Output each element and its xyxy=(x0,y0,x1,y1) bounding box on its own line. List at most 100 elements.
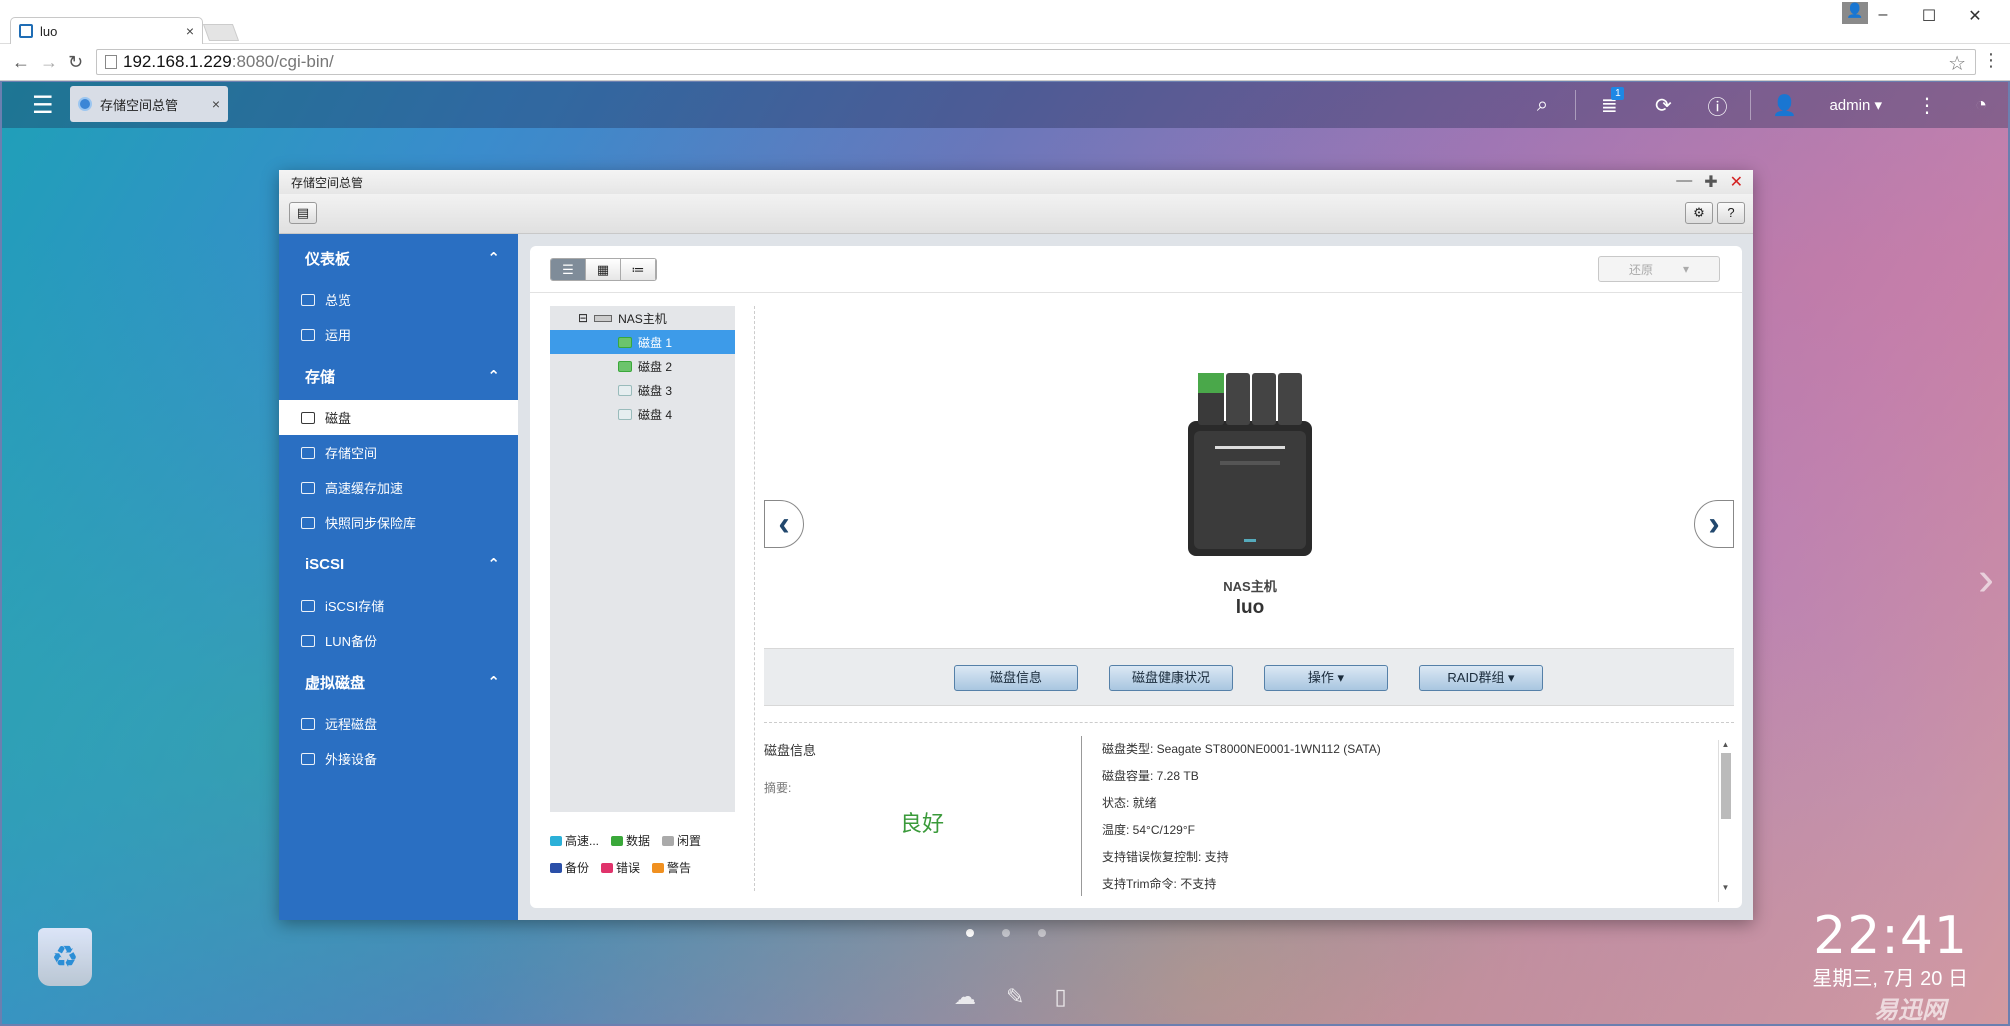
scroll-up-icon[interactable]: ▲ xyxy=(1719,740,1732,749)
desktop-page-dots xyxy=(966,929,1046,937)
cloud-icon[interactable]: ☁ xyxy=(954,984,976,1010)
toggle-sidebar-button[interactable]: ▤ xyxy=(289,202,317,224)
browser-tab[interactable]: luo × xyxy=(10,17,203,44)
edit-icon[interactable]: ✎ xyxy=(1006,984,1024,1010)
info-icon[interactable]: ⓘ xyxy=(1690,91,1744,120)
more-icon[interactable]: ⋮ xyxy=(1900,93,1954,118)
sidebar-item-label: 存储空间 xyxy=(325,446,378,461)
restore-dropdown[interactable]: 还原 ▾ xyxy=(1598,256,1720,282)
raid-group-dropdown[interactable]: RAID群组 ▾ xyxy=(1419,665,1543,691)
prev-device-arrow-icon[interactable]: ‹ xyxy=(764,500,804,548)
settings-gear-button[interactable]: ⚙ xyxy=(1685,202,1713,224)
sidebar-item-iscsi-storage[interactable]: iSCSI存储 xyxy=(279,588,518,623)
sidebar-section-virtual-disk[interactable]: 虚拟磁盘 ⌃ xyxy=(279,658,518,706)
page-dot[interactable] xyxy=(966,929,974,937)
tree-node-disk-1[interactable]: 磁盘 1 xyxy=(550,330,735,354)
forward-icon[interactable]: → xyxy=(40,52,58,73)
chart-icon xyxy=(301,328,315,341)
window-close-icon[interactable]: ✕ xyxy=(1730,172,1743,192)
taskbar-close-icon[interactable]: × xyxy=(212,96,220,112)
legend-label: 备份 xyxy=(565,861,590,875)
tree-node-disk-2[interactable]: 磁盘 2 xyxy=(550,354,735,378)
scroll-thumb[interactable] xyxy=(1720,753,1731,819)
sync-icon[interactable]: ⟳ xyxy=(1636,93,1690,118)
grid-view-button[interactable]: ▦ xyxy=(586,259,621,280)
storage-manager-window: 存储空间总管 — ✚ ✕ ▤ ⚙ ? 仪表板 ⌃ 总览 运用 存储 ⌃ 磁盘 存储空… xyxy=(279,170,1753,920)
page-dot[interactable] xyxy=(1038,929,1046,937)
taskbar-app-storage[interactable]: 存储空间总管 × xyxy=(70,86,228,122)
close-icon[interactable]: ✕ xyxy=(1952,6,1998,26)
account-icon[interactable]: 👤 xyxy=(1757,93,1811,118)
browser-menu-icon[interactable]: ⋮ xyxy=(1982,50,2000,71)
sidebar-item-usage[interactable]: 运用 xyxy=(279,317,518,352)
sidebar-section-storage[interactable]: 存储 ⌃ xyxy=(279,352,518,400)
window-titlebar[interactable]: 存储空间总管 — ✚ ✕ xyxy=(279,170,1753,194)
main-menu-icon[interactable]: ☰ xyxy=(32,91,54,120)
tab-title: luo xyxy=(40,23,58,39)
page-dot[interactable] xyxy=(1002,929,1010,937)
window-maximize-icon[interactable]: ✚ xyxy=(1704,172,1717,192)
tab-close-icon[interactable]: × xyxy=(186,23,194,39)
disk-info-button[interactable]: 磁盘信息 xyxy=(954,665,1078,691)
disk-summary: 磁盘信息 摘要: 良好 xyxy=(764,740,1079,838)
next-device-arrow-icon[interactable]: › xyxy=(1694,500,1734,548)
idle-swatch xyxy=(662,835,675,846)
bookmark-star-icon[interactable]: ☆ xyxy=(1948,51,1966,76)
minimize-icon[interactable]: – xyxy=(1860,6,1906,26)
snapshot-icon xyxy=(301,516,315,529)
list-view-button[interactable]: ☰ xyxy=(551,259,586,280)
legend-label: 错误 xyxy=(616,861,641,875)
divider xyxy=(1575,90,1577,120)
sidebar-item-label: 快照同步保险库 xyxy=(325,516,417,531)
operations-dropdown[interactable]: 操作 ▾ xyxy=(1264,665,1388,691)
help-button[interactable]: ? xyxy=(1717,202,1745,224)
sidebar-section-iscsi[interactable]: iSCSI ⌃ xyxy=(279,540,518,588)
sidebar-item-external-device[interactable]: 外接设备 xyxy=(279,741,518,776)
back-icon[interactable]: ← xyxy=(12,52,30,73)
disk-icon xyxy=(301,411,315,424)
background-tasks-icon[interactable]: ≣ 1 xyxy=(1582,86,1636,118)
recycle-bin-icon[interactable]: ♻ xyxy=(38,928,92,986)
sidebar-item-remote-disk[interactable]: 远程磁盘 xyxy=(279,706,518,741)
detail-view-button[interactable]: ≔ xyxy=(621,259,656,280)
sidebar-item-lun-backup[interactable]: LUN备份 xyxy=(279,623,518,658)
sidebar-section-dashboard[interactable]: 仪表板 ⌃ xyxy=(279,234,518,282)
search-icon[interactable]: ⌕ xyxy=(1515,94,1569,117)
sidebar-item-storage-space[interactable]: 存储空间 xyxy=(279,435,518,470)
scroll-down-icon[interactable]: ▼ xyxy=(1719,883,1732,892)
tree-node-disk-4[interactable]: 磁盘 4 xyxy=(550,402,735,426)
book-icon[interactable]: ▯ xyxy=(1054,984,1066,1010)
new-tab-button[interactable] xyxy=(202,24,240,41)
maximize-icon[interactable]: ☐ xyxy=(1906,6,1952,26)
legend-label: 闲置 xyxy=(677,834,702,848)
cache-swatch xyxy=(550,835,562,846)
dashboard-icon[interactable]: ◔ xyxy=(1954,94,2008,117)
sidebar-item-snapshot-vault[interactable]: 快照同步保险库 xyxy=(279,505,518,540)
nas-icon xyxy=(594,314,613,322)
tree-toggle-icon[interactable]: ⊟ xyxy=(578,311,588,325)
tree-node-nas[interactable]: ⊟ NAS主机 xyxy=(550,306,735,330)
details-scrollbar[interactable]: ▲ ▼ xyxy=(1718,740,1732,902)
tree-node-disk-3[interactable]: 磁盘 3 xyxy=(550,378,735,402)
reload-icon[interactable]: ↻ xyxy=(68,52,83,73)
disk-capacity: 磁盘容量: 7.28 TB xyxy=(1102,769,1199,783)
sidebar: 仪表板 ⌃ 总览 运用 存储 ⌃ 磁盘 存储空间 高速缓存加速 快照同步保险库 iS… xyxy=(279,234,518,920)
url-input[interactable]: 192.168.1.229 :8080/cgi-bin/ xyxy=(96,49,1976,75)
tree-node-label: 磁盘 2 xyxy=(638,359,673,374)
user-menu[interactable]: admin ▾ xyxy=(1829,96,1882,114)
collapse-chevron-icon[interactable]: ⌃ xyxy=(487,249,500,267)
remote-disk-icon xyxy=(301,717,315,730)
next-desktop-arrow-icon[interactable]: › xyxy=(1978,552,1994,607)
sidebar-item-overview[interactable]: 总览 xyxy=(279,282,518,317)
collapse-chevron-icon[interactable]: ⌃ xyxy=(487,673,500,691)
collapse-chevron-icon[interactable]: ⌃ xyxy=(487,367,500,385)
disk-details: 磁盘类型: Seagate ST8000NE0001-1WN112 (SATA)… xyxy=(1102,740,1712,902)
legend-label: 警告 xyxy=(667,861,692,875)
window-minimize-icon[interactable]: — xyxy=(1676,172,1692,192)
legend-cache: 高速... xyxy=(550,832,599,849)
sidebar-item-disks[interactable]: 磁盘 xyxy=(279,400,518,435)
collapse-chevron-icon[interactable]: ⌃ xyxy=(487,555,500,573)
disk-health-button[interactable]: 磁盘健康状况 xyxy=(1109,665,1233,691)
error-swatch xyxy=(601,862,614,873)
sidebar-item-cache[interactable]: 高速缓存加速 xyxy=(279,470,518,505)
